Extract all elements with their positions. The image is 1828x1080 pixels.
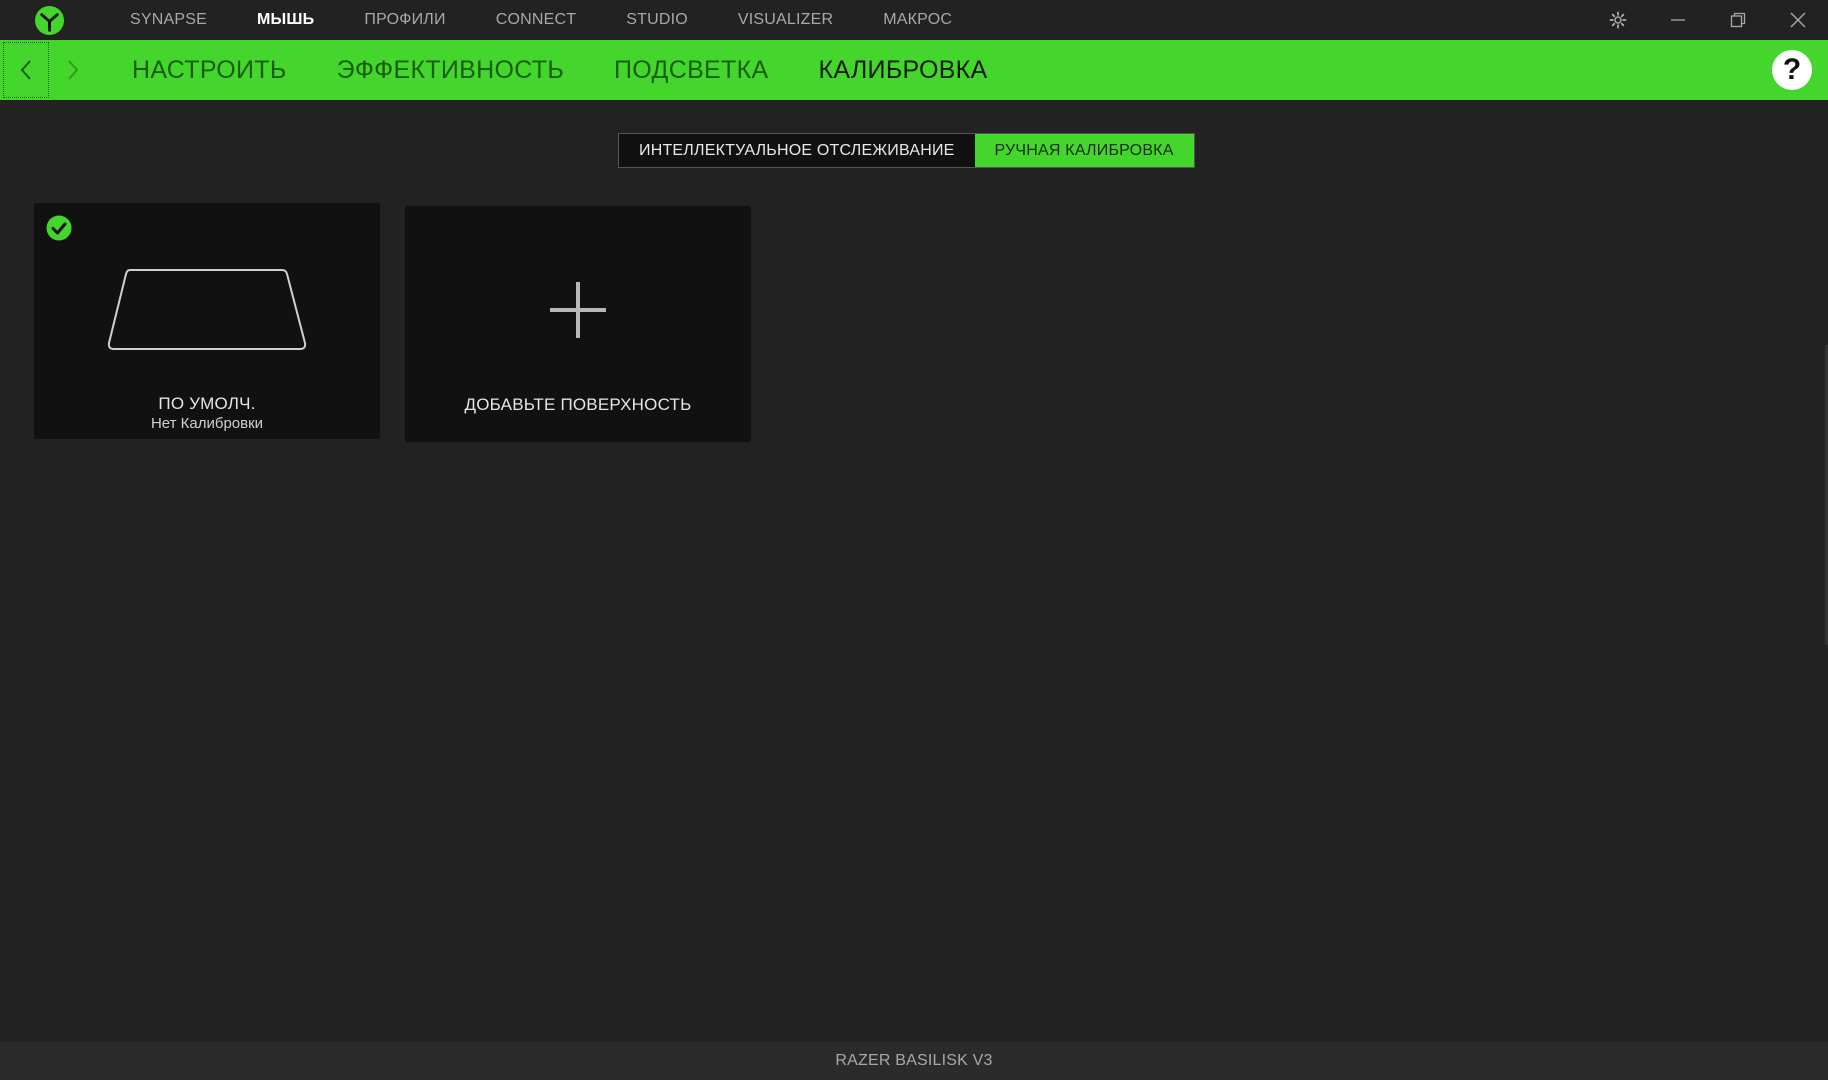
tab-customize[interactable]: НАСТРОИТЬ [107,40,312,100]
top-nav-studio[interactable]: STUDIO [601,0,713,40]
top-nav: SYNAPSE МЫШЬ ПРОФИЛИ CONNECT STUDIO VISU… [105,0,977,40]
mousepad-icon [107,269,307,350]
close-button[interactable] [1768,0,1828,40]
add-surface-title: ДОБАВЬТЕ ПОВЕРХНОСТЬ [464,395,692,414]
restore-icon [1730,12,1746,28]
minimize-icon [1671,19,1685,21]
restore-button[interactable] [1708,0,1768,40]
help-button[interactable]: ? [1772,50,1812,90]
sub-nav-bar: НАСТРОИТЬ ЭФФЕКТИВНОСТЬ ПОДСВЕТКА КАЛИБР… [0,40,1828,100]
chevron-left-icon [20,60,31,80]
top-nav-macro[interactable]: МАКРОС [858,0,977,40]
check-circle-icon [46,215,72,241]
top-nav-profiles[interactable]: ПРОФИЛИ [339,0,470,40]
settings-button[interactable] [1588,0,1648,40]
default-surface-subtitle: Нет Калибровки [150,415,264,432]
chevron-right-icon [68,60,79,80]
top-nav-visualizer[interactable]: VISUALIZER [713,0,858,40]
default-surface-card[interactable]: ПО УМОЛЧ. Нет Калибровки [34,203,380,439]
manual-calibration-option[interactable]: РУЧНАЯ КАЛИБРОВКА [974,134,1194,167]
device-footer: RAZER BASILISK V3 [0,1042,1828,1080]
top-nav-connect[interactable]: CONNECT [471,0,602,40]
plus-icon [550,282,606,338]
minimize-button[interactable] [1648,0,1708,40]
back-button[interactable] [3,42,49,98]
gear-icon [1609,11,1627,29]
window-controls [1588,0,1828,40]
tab-performance[interactable]: ЭФФЕКТИВНОСТЬ [312,40,589,100]
device-name: RAZER BASILISK V3 [835,1052,993,1069]
forward-button[interactable] [50,42,96,98]
title-bar: SYNAPSE МЫШЬ ПРОФИЛИ CONNECT STUDIO VISU… [0,0,1828,40]
add-surface-card[interactable]: ДОБАВЬТЕ ПОВЕРХНОСТЬ [405,206,751,442]
razer-logo-icon[interactable] [34,5,65,36]
top-nav-mouse[interactable]: МЫШЬ [232,0,339,40]
close-icon [1790,12,1806,28]
sub-tabs: НАСТРОИТЬ ЭФФЕКТИВНОСТЬ ПОДСВЕТКА КАЛИБР… [107,40,1013,100]
smart-tracking-option[interactable]: ИНТЕЛЛЕКТУАЛЬНОЕ ОТСЛЕЖИВАНИЕ [619,134,975,167]
tab-calibration[interactable]: КАЛИБРОВКА [793,40,1012,100]
default-surface-title: ПО УМОЛЧ. [158,394,256,413]
tab-lighting[interactable]: ПОДСВЕТКА [589,40,793,100]
top-nav-synapse[interactable]: SYNAPSE [105,0,232,40]
calibration-mode-toggle: ИНТЕЛЛЕКТУАЛЬНОЕ ОТСЛЕЖИВАНИЕ РУЧНАЯ КАЛ… [618,133,1195,168]
